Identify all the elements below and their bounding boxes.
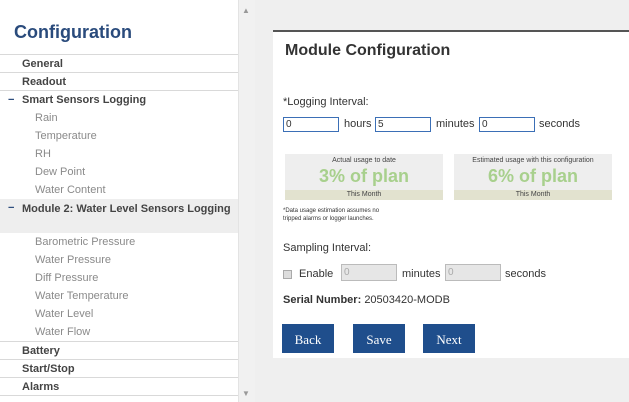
sidebar-item-general[interactable]: General bbox=[0, 55, 238, 73]
actual-usage-box: Actual usage to date 3% of plan This Mon… bbox=[285, 154, 443, 200]
section-label: Smart Sensors Logging bbox=[22, 94, 147, 106]
logging-minutes-input[interactable] bbox=[375, 117, 431, 132]
sidebar-scrollbar[interactable]: ▲ ▼ bbox=[238, 0, 255, 402]
note-line: *Data usage estimation assumes no bbox=[283, 208, 380, 214]
usage-value: 6% of plan bbox=[487, 166, 578, 186]
scroll-up-icon[interactable]: ▲ bbox=[242, 6, 250, 15]
module-configuration-panel: Module Configuration *Logging Interval: … bbox=[273, 30, 629, 358]
enable-checkbox[interactable] bbox=[283, 270, 292, 279]
usage-caption: Estimated usage with this configuration bbox=[472, 157, 594, 164]
sampling-interval-label: Sampling Interval: bbox=[283, 242, 372, 254]
sidebar-item-rain[interactable]: Rain bbox=[0, 109, 238, 127]
usage-footer: This Month bbox=[285, 190, 443, 200]
note-line: tripped alarms or logger launches. bbox=[283, 216, 374, 222]
sampling-seconds-input[interactable] bbox=[445, 264, 501, 281]
sidebar-item-alarms[interactable]: Alarms bbox=[0, 378, 238, 396]
back-button[interactable]: Back bbox=[282, 324, 334, 353]
collapse-icon[interactable]: − bbox=[8, 202, 16, 215]
seconds-label: seconds bbox=[505, 268, 546, 280]
panel-title: Module Configuration bbox=[285, 42, 451, 59]
usage-note: *Data usage estimation assumes no trippe… bbox=[283, 207, 379, 223]
sidebar-title: Configuration bbox=[14, 22, 132, 42]
sidebar-item-water-level[interactable]: Water Level bbox=[0, 305, 238, 323]
sidebar-item-diff-pressure[interactable]: Diff Pressure bbox=[0, 269, 238, 287]
sidebar-item-temperature[interactable]: Temperature bbox=[0, 127, 238, 145]
sidebar-item-water-content[interactable]: Water Content bbox=[0, 181, 238, 199]
sidebar-section-smart-sensors[interactable]: − Smart Sensors Logging bbox=[0, 91, 238, 109]
sidebar-item-water-pressure[interactable]: Water Pressure bbox=[0, 251, 238, 269]
serial-value: 20503420-MODB bbox=[364, 294, 450, 306]
sidebar-menu: General Readout − Smart Sensors Logging … bbox=[0, 54, 238, 396]
section-label: Module 2: Water Level Sensors Logging bbox=[22, 203, 231, 215]
save-button[interactable]: Save bbox=[353, 324, 405, 353]
sidebar-item-battery[interactable]: Battery bbox=[0, 342, 238, 360]
sidebar-section-module2[interactable]: − Module 2: Water Level Sensors Logging bbox=[0, 199, 238, 233]
usage-footer: This Month bbox=[454, 190, 612, 200]
next-button[interactable]: Next bbox=[423, 324, 475, 353]
scroll-down-icon[interactable]: ▼ bbox=[242, 389, 250, 398]
minutes-label: minutes bbox=[436, 118, 475, 130]
sidebar-item-rh[interactable]: RH bbox=[0, 145, 238, 163]
minutes-label: minutes bbox=[402, 268, 441, 280]
enable-label: Enable bbox=[299, 268, 334, 280]
sidebar-item-water-temperature[interactable]: Water Temperature bbox=[0, 287, 238, 305]
sidebar-item-water-flow[interactable]: Water Flow bbox=[0, 323, 238, 341]
sidebar-item-dew-point[interactable]: Dew Point bbox=[0, 163, 238, 181]
serial-label: Serial Number: bbox=[283, 294, 362, 306]
hours-label: hours bbox=[344, 118, 372, 130]
sidebar-item-barometric-pressure[interactable]: Barometric Pressure bbox=[0, 233, 238, 251]
usage-caption: Actual usage to date bbox=[332, 157, 396, 164]
collapse-icon[interactable]: − bbox=[8, 91, 16, 109]
serial-number: Serial Number: 20503420-MODB bbox=[283, 294, 450, 306]
estimated-usage-box: Estimated usage with this configuration … bbox=[454, 154, 612, 200]
logging-seconds-input[interactable] bbox=[479, 117, 535, 132]
sampling-minutes-input[interactable] bbox=[341, 264, 397, 281]
usage-value: 3% of plan bbox=[318, 166, 409, 186]
seconds-label: seconds bbox=[539, 118, 580, 130]
logging-interval-label: *Logging Interval: bbox=[283, 96, 369, 108]
sidebar: Configuration General Readout − Smart Se… bbox=[0, 0, 238, 402]
sidebar-item-readout[interactable]: Readout bbox=[0, 73, 238, 91]
sidebar-item-start-stop[interactable]: Start/Stop bbox=[0, 360, 238, 378]
logging-hours-input[interactable] bbox=[283, 117, 339, 132]
